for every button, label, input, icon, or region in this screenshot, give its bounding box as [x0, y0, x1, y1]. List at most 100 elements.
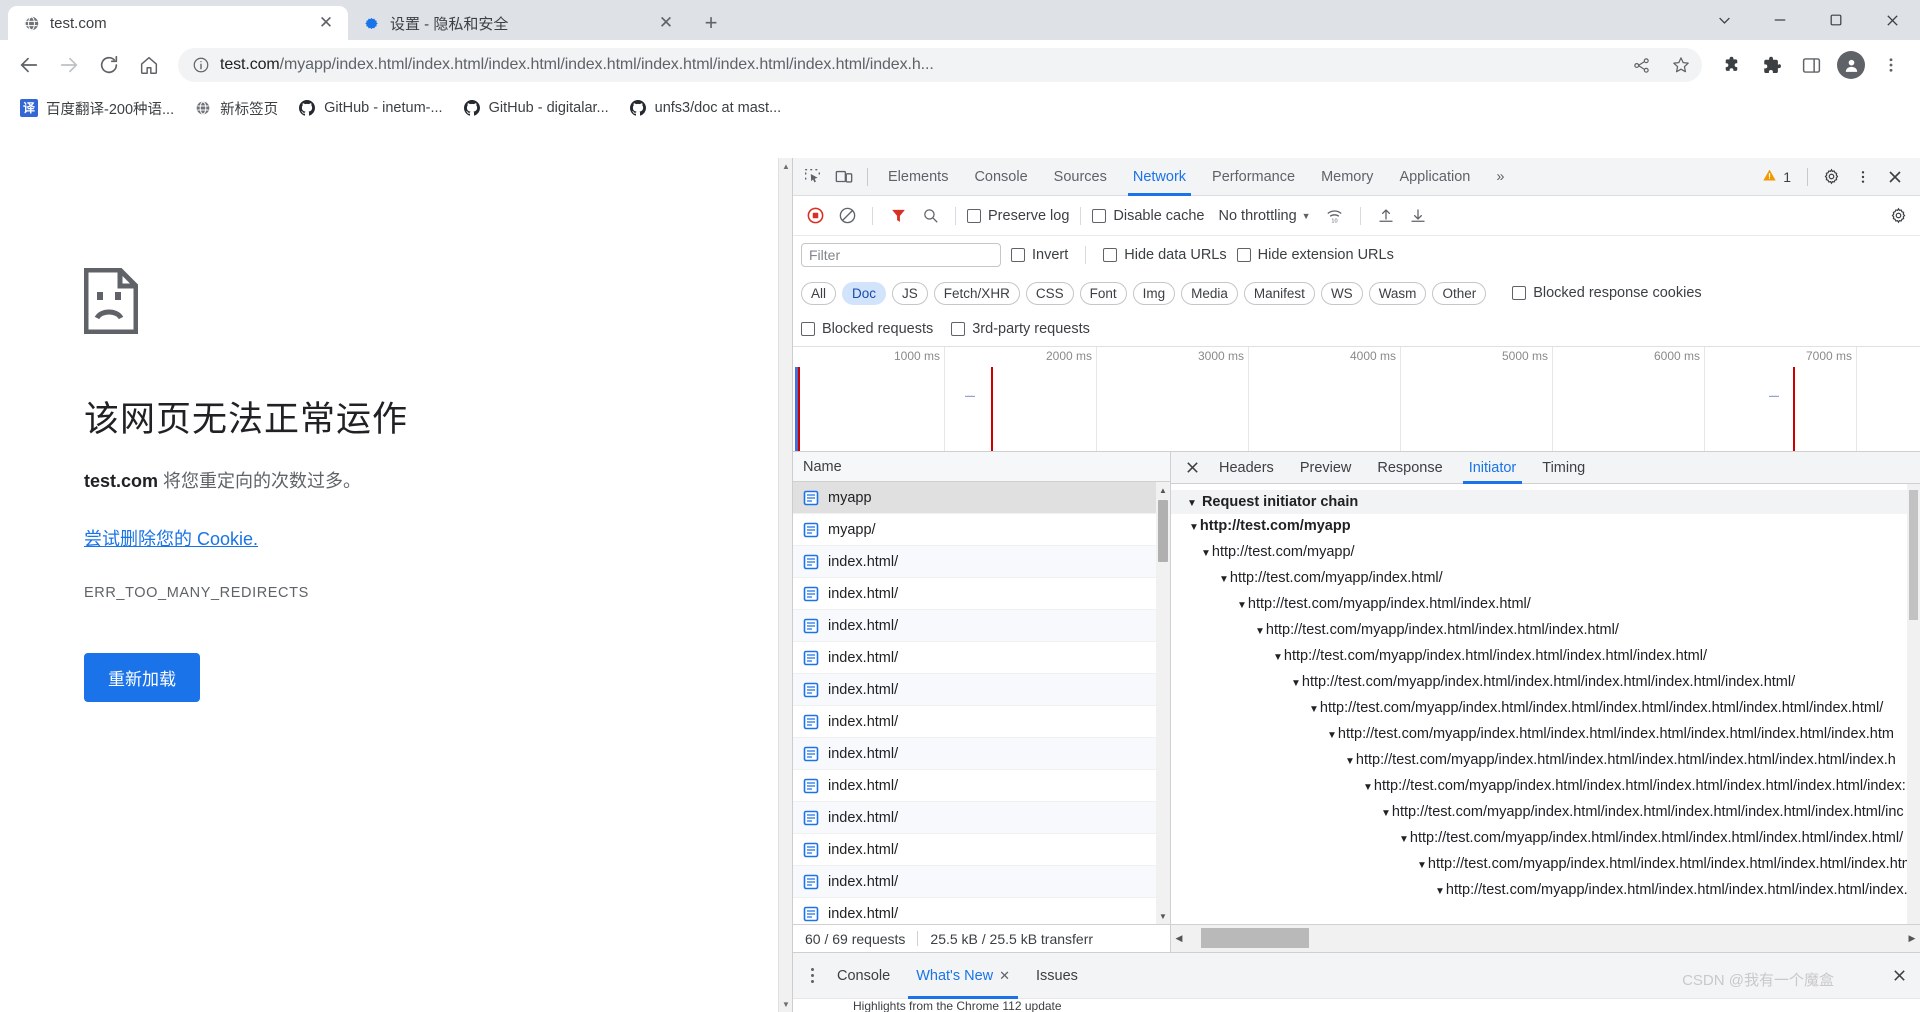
chip-ws[interactable]: WS: [1320, 281, 1363, 305]
share-icon[interactable]: [1626, 50, 1656, 80]
extensions-icon[interactable]: [1752, 46, 1790, 84]
clear-icon[interactable]: [833, 202, 861, 230]
triangle-down-icon[interactable]: ▼: [1417, 860, 1427, 871]
drawer-tab-console[interactable]: Console: [825, 953, 902, 999]
requests-list[interactable]: myapp myapp/ index.html/ index.html/ ind…: [793, 482, 1170, 925]
triangle-down-icon[interactable]: ▼: [1201, 548, 1211, 559]
requests-scrollbar[interactable]: ▲ ▼: [1156, 482, 1170, 925]
chain-item-12[interactable]: ▼http://test.com/myapp/index.html/index.…: [1171, 826, 1920, 852]
network-settings-gear-icon[interactable]: [1884, 202, 1912, 230]
chip-other[interactable]: Other: [1432, 281, 1487, 305]
triangle-down-icon[interactable]: ▼: [1273, 652, 1283, 663]
address-bar-url[interactable]: test.com/myapp/index.html/index.html/ind…: [220, 56, 1616, 74]
table-row[interactable]: myapp/: [793, 514, 1170, 546]
chip-img[interactable]: Img: [1132, 281, 1176, 305]
initiator-section-header[interactable]: ▼ Request initiator chain: [1171, 490, 1920, 514]
scroll-down-arrow[interactable]: ▼: [779, 996, 793, 1012]
scroll-left-arrow[interactable]: ◀: [1171, 933, 1187, 944]
devtools-more-menu-icon[interactable]: [1848, 162, 1878, 192]
table-row[interactable]: index.html/: [793, 898, 1170, 924]
chain-item-10[interactable]: ▼http://test.com/myapp/index.html/index.…: [1171, 774, 1920, 800]
triangle-down-icon[interactable]: ▼: [1219, 574, 1229, 585]
close-icon[interactable]: ✕: [999, 968, 1010, 984]
close-icon[interactable]: ✕: [316, 13, 336, 33]
warning-badge[interactable]: 1: [1754, 168, 1799, 186]
maximize-icon[interactable]: [1808, 0, 1864, 40]
table-row[interactable]: index.html/: [793, 674, 1170, 706]
tab-application[interactable]: Application: [1387, 158, 1482, 196]
chain-item-7[interactable]: ▼http://test.com/myapp/index.html/index.…: [1171, 696, 1920, 722]
drawer-more-icon[interactable]: [801, 968, 823, 984]
tab-memory[interactable]: Memory: [1309, 158, 1385, 196]
device-toolbar-icon[interactable]: [829, 162, 859, 192]
browser-tab-1[interactable]: 设置 - 隐私和安全 ✕: [348, 6, 688, 40]
scrollbar-thumb[interactable]: [1909, 490, 1918, 620]
side-panel-icon[interactable]: [1792, 46, 1830, 84]
filter-icon[interactable]: [884, 202, 912, 230]
import-har-icon[interactable]: [1372, 202, 1400, 230]
record-stop-icon[interactable]: [801, 202, 829, 230]
chain-item-0[interactable]: ▼http://test.com/myapp: [1171, 514, 1920, 540]
tab-network[interactable]: Network: [1121, 158, 1198, 196]
bookmark-star-icon[interactable]: [1666, 50, 1696, 80]
scrollbar-track[interactable]: [1187, 925, 1904, 952]
scroll-up-arrow[interactable]: ▲: [1156, 482, 1170, 498]
chip-font[interactable]: Font: [1079, 281, 1127, 305]
profile-avatar[interactable]: [1832, 46, 1870, 84]
triangle-down-icon[interactable]: ▼: [1345, 756, 1355, 767]
table-row[interactable]: index.html/: [793, 578, 1170, 610]
triangle-down-icon[interactable]: ▼: [1435, 886, 1445, 897]
filter-input[interactable]: [801, 243, 1001, 267]
close-icon[interactable]: ✕: [656, 13, 676, 33]
table-row[interactable]: index.html/: [793, 642, 1170, 674]
triangle-down-icon[interactable]: ▼: [1363, 782, 1373, 793]
triangle-down-icon[interactable]: ▼: [1309, 704, 1319, 715]
close-window-icon[interactable]: [1864, 0, 1920, 40]
chip-all[interactable]: All: [801, 281, 837, 305]
detail-tab-headers[interactable]: Headers: [1207, 452, 1286, 484]
detail-tab-response[interactable]: Response: [1365, 452, 1454, 484]
chain-item-5[interactable]: ▼http://test.com/myapp/index.html/index.…: [1171, 644, 1920, 670]
network-overview-timeline[interactable]: 1000 ms 2000 ms 3000 ms 4000 ms 5000 ms …: [793, 346, 1920, 452]
table-row[interactable]: index.html/: [793, 834, 1170, 866]
preserve-log-checkbox[interactable]: Preserve log: [967, 208, 1069, 224]
chip-js[interactable]: JS: [892, 281, 928, 305]
disable-cache-checkbox[interactable]: Disable cache: [1092, 208, 1204, 224]
more-panels-icon[interactable]: »: [1484, 158, 1516, 196]
triangle-down-icon[interactable]: ▼: [1237, 600, 1247, 611]
detail-tab-timing[interactable]: Timing: [1530, 452, 1597, 484]
chain-item-6[interactable]: ▼http://test.com/myapp/index.html/index.…: [1171, 670, 1920, 696]
chip-media[interactable]: Media: [1181, 281, 1238, 305]
chip-manifest[interactable]: Manifest: [1243, 281, 1315, 305]
table-row[interactable]: index.html/: [793, 546, 1170, 578]
chrome-menu-icon[interactable]: [1872, 46, 1910, 84]
scrollbar-thumb[interactable]: [1201, 928, 1309, 949]
hide-data-urls-checkbox[interactable]: Hide data URLs: [1103, 247, 1227, 263]
table-row[interactable]: index.html/: [793, 866, 1170, 898]
back-icon[interactable]: [10, 46, 48, 84]
chain-item-4[interactable]: ▼http://test.com/myapp/index.html/index.…: [1171, 618, 1920, 644]
table-row[interactable]: index.html/: [793, 738, 1170, 770]
scroll-down-arrow[interactable]: ▼: [1156, 908, 1170, 924]
tab-console[interactable]: Console: [962, 158, 1039, 196]
chip-wasm[interactable]: Wasm: [1368, 281, 1427, 305]
drawer-tab-whats-new[interactable]: What's New ✕: [904, 953, 1022, 999]
bookmark-item-2[interactable]: GitHub - inetum-...: [290, 95, 450, 121]
reload-button[interactable]: 重新加载: [84, 652, 200, 702]
close-detail-icon[interactable]: [1179, 455, 1205, 481]
table-row[interactable]: myapp: [793, 482, 1170, 514]
export-har-icon[interactable]: [1404, 202, 1432, 230]
chain-item-14[interactable]: ▼http://test.com/myapp/index.html/index.…: [1171, 878, 1920, 904]
tab-sources[interactable]: Sources: [1042, 158, 1119, 196]
chain-item-1[interactable]: ▼http://test.com/myapp/: [1171, 540, 1920, 566]
requests-column-header[interactable]: Name: [793, 452, 1170, 482]
browser-tab-0[interactable]: test.com ✕: [8, 6, 348, 40]
delete-cookies-link[interactable]: 尝试删除您的 Cookie.: [84, 525, 560, 551]
triangle-down-icon[interactable]: ▼: [1189, 522, 1199, 533]
chip-fetch-xhr[interactable]: Fetch/XHR: [933, 281, 1020, 305]
address-bar[interactable]: test.com/myapp/index.html/index.html/ind…: [178, 48, 1702, 82]
search-icon[interactable]: [916, 202, 944, 230]
table-row[interactable]: index.html/: [793, 770, 1170, 802]
chain-item-2[interactable]: ▼http://test.com/myapp/index.html/: [1171, 566, 1920, 592]
drawer-close-icon[interactable]: [1886, 963, 1912, 989]
